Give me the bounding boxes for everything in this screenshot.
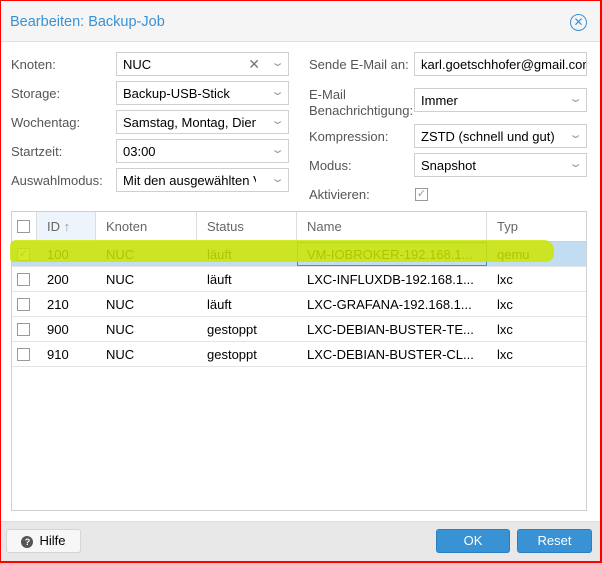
storage-label: Storage:: [11, 86, 61, 101]
cell-name: LXC-GRAFANA-192.168.1...: [307, 297, 472, 312]
auswahlmodus-select[interactable]: Mit den ausgewählten VMs⌄: [116, 168, 289, 192]
cell-node: NUC: [106, 347, 135, 362]
cell-id: 910: [47, 347, 69, 362]
close-icon[interactable]: ✕: [570, 14, 587, 31]
row-checkbox[interactable]: [17, 348, 30, 361]
startzeit-select[interactable]: 03:00 ⌄: [116, 139, 289, 163]
modus-select[interactable]: Snapshot ⌄: [414, 153, 587, 177]
knoten-select[interactable]: NUC ✕ ⌄: [116, 52, 289, 76]
header-typ[interactable]: Typ: [487, 212, 587, 242]
ok-button[interactable]: OK: [436, 529, 510, 553]
knoten-label: Knoten:: [11, 57, 56, 72]
cell-status: läuft: [207, 272, 232, 287]
cell-status: läuft: [207, 297, 232, 312]
notify-select[interactable]: Immer ⌄: [414, 88, 587, 112]
dialog-title-bar: Bearbeiten: Backup-Job ✕: [1, 1, 600, 42]
cell-type: lxc: [497, 272, 513, 287]
vm-grid: ID ↑ Knoten Status Name Typ ✓ 100 NUC läuft…: [11, 211, 587, 511]
chevron-down-icon[interactable]: ⌄: [270, 56, 285, 69]
startzeit-label: Startzeit:: [11, 144, 63, 159]
dialog-footer: ? Hilfe OK Reset: [1, 521, 600, 561]
modus-label: Modus:: [309, 158, 352, 173]
notify-label: E-Mail Benachrichtigung:: [309, 87, 414, 118]
help-icon: ?: [21, 536, 34, 548]
cell-status: gestoppt: [207, 322, 257, 337]
cell-type: lxc: [497, 297, 513, 312]
cell-status: läuft: [207, 247, 232, 262]
wochentag-label: Wochentag:: [11, 115, 81, 130]
cell-id: 100: [47, 247, 69, 262]
chevron-down-icon[interactable]: ⌄: [270, 143, 285, 156]
cell-name: LXC-DEBIAN-BUSTER-TE...: [307, 322, 474, 337]
row-checkbox[interactable]: [17, 298, 30, 311]
email-field[interactable]: karl.goetschhofer@gmail.com: [414, 52, 587, 76]
chevron-down-icon[interactable]: ⌄: [568, 92, 583, 105]
chevron-down-icon[interactable]: ⌄: [568, 157, 583, 170]
cell-node: NUC: [106, 272, 135, 287]
email-label: Sende E-Mail an:: [309, 57, 409, 72]
wochentag-select[interactable]: Samstag, Montag, Dienstag⌄: [116, 110, 289, 134]
header-status[interactable]: Status: [197, 212, 297, 242]
cell-node: NUC: [106, 322, 135, 337]
cell-id: 900: [47, 322, 69, 337]
row-checkbox[interactable]: [17, 323, 30, 336]
auswahlmodus-label: Auswahlmodus:: [11, 173, 103, 188]
help-button[interactable]: ? Hilfe: [6, 529, 81, 553]
select-all-header: [12, 212, 37, 242]
cell-node: NUC: [106, 247, 135, 262]
cell-id: 210: [47, 297, 69, 312]
chevron-down-icon[interactable]: ⌄: [568, 128, 583, 141]
header-name[interactable]: Name: [297, 212, 487, 242]
table-row[interactable]: 210 NUC läuft LXC-GRAFANA-192.168.1... lxc: [12, 292, 586, 317]
row-checkbox[interactable]: ✓: [17, 248, 30, 261]
cell-type: lxc: [497, 347, 513, 362]
header-knoten[interactable]: Knoten: [96, 212, 197, 242]
row-checkbox[interactable]: [17, 273, 30, 286]
table-row[interactable]: 910 NUC gestoppt LXC-DEBIAN-BUSTER-CL... lxc: [12, 342, 586, 367]
chevron-down-icon[interactable]: ⌄: [270, 172, 285, 185]
clear-icon[interactable]: ✕: [248, 56, 260, 73]
chevron-down-icon[interactable]: ⌄: [270, 85, 285, 98]
cell-name: LXC-INFLUXDB-192.168.1...: [307, 272, 474, 287]
header-id[interactable]: ID ↑: [37, 212, 96, 242]
aktivieren-checkbox[interactable]: ✓: [415, 188, 428, 201]
kompression-select[interactable]: ZSTD (schnell und gut) ⌄: [414, 124, 587, 148]
cell-node: NUC: [106, 297, 135, 312]
grid-header: ID ↑ Knoten Status Name Typ: [12, 212, 586, 242]
table-row[interactable]: ✓ 100 NUC läuft VM-IOBROKER-192.168.1... qemu: [12, 242, 586, 267]
cell-focus: [297, 242, 487, 266]
select-all-checkbox[interactable]: [17, 220, 30, 233]
table-row[interactable]: 900 NUC gestoppt LXC-DEBIAN-BUSTER-TE... lxc: [12, 317, 586, 342]
kompression-label: Kompression:: [309, 129, 389, 144]
reset-button[interactable]: Reset: [517, 529, 592, 553]
sort-arrow-up-icon: ↑: [63, 219, 71, 234]
cell-status: gestoppt: [207, 347, 257, 362]
cell-type: lxc: [497, 322, 513, 337]
cell-id: 200: [47, 272, 69, 287]
chevron-down-icon[interactable]: ⌄: [270, 114, 285, 127]
cell-type: qemu: [497, 247, 530, 262]
dialog-title: Bearbeiten: Backup-Job: [10, 14, 165, 30]
cell-name: LXC-DEBIAN-BUSTER-CL...: [307, 347, 474, 362]
storage-select[interactable]: Backup-USB-Stick ⌄: [116, 81, 289, 105]
table-row[interactable]: 200 NUC läuft LXC-INFLUXDB-192.168.1... lxc: [12, 267, 586, 292]
aktivieren-label: Aktivieren:: [309, 187, 370, 202]
